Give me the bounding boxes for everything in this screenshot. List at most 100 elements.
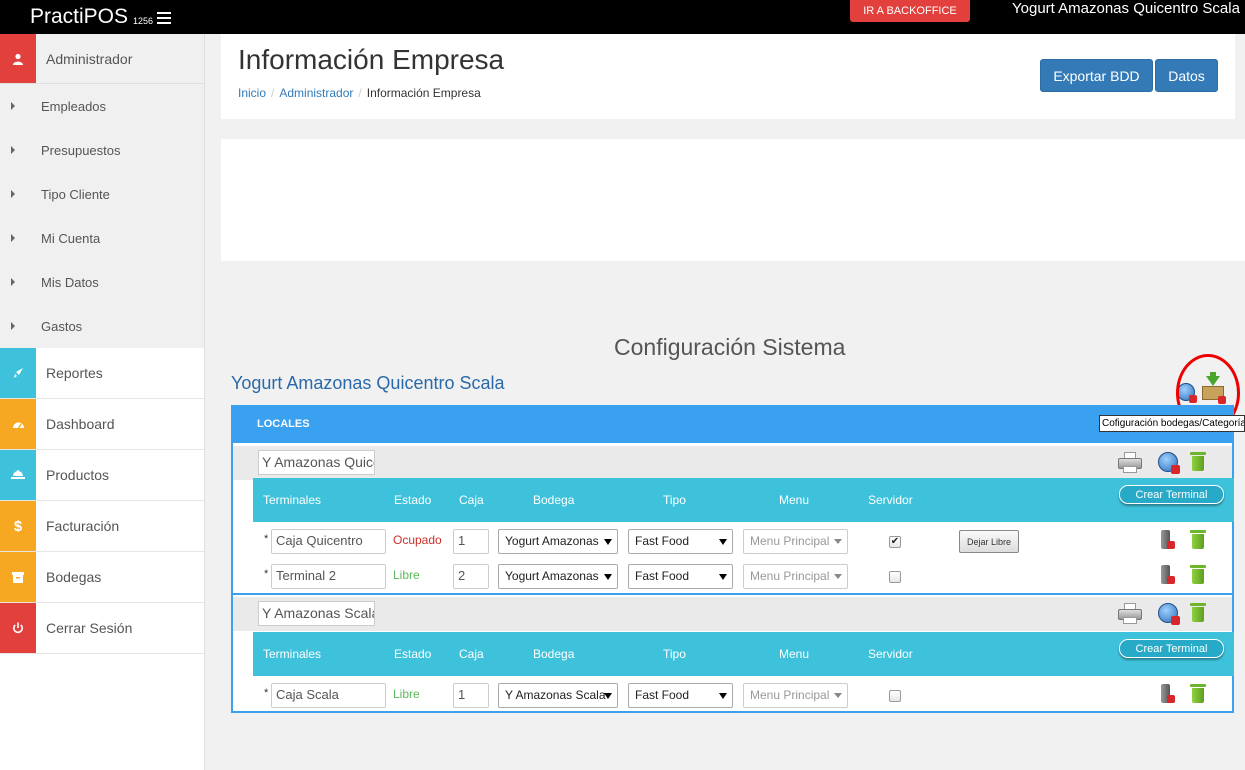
chevron-down-icon [604, 539, 612, 545]
menu-select[interactable]: Menu Principal [743, 683, 848, 708]
globe-icon[interactable] [1158, 603, 1180, 625]
trash-lid [1190, 565, 1206, 568]
page-title: Información Empresa [238, 44, 505, 75]
caja-input[interactable]: 1 [453, 683, 489, 708]
chevron-down-icon [719, 574, 727, 580]
breadcrumb-inicio[interactable]: Inicio [238, 86, 266, 100]
bodega-select[interactable]: Yogurt Amazonas [498, 564, 618, 589]
caja-input[interactable]: 1 [453, 529, 489, 554]
tipo-select[interactable]: Fast Food [628, 564, 733, 589]
tipo-value: Fast Food [635, 569, 690, 583]
sidebar-subitem-label: Mis Datos [41, 274, 99, 290]
terminal-name-input[interactable]: Caja Scala [271, 683, 386, 708]
breadcrumb: Inicio / Administrador / Información Empresa [238, 86, 481, 100]
trash-icon[interactable] [1190, 530, 1206, 549]
local-name-input[interactable]: Y Amazonas Scala [258, 601, 375, 626]
sidebar-section-administrador[interactable]: Administrador [0, 34, 204, 84]
breadcrumb-administrador[interactable]: Administrador [279, 86, 353, 100]
required-marker: * [264, 687, 269, 699]
locales-panel: LOCALES Y Amazonas Quicentro Terminales … [231, 405, 1234, 713]
col-tipo: Tipo [663, 647, 686, 661]
brand-name: PractiPOS [30, 5, 129, 28]
export-bdd-button[interactable]: Exportar BDD [1040, 59, 1153, 92]
bodega-select[interactable]: Y Amazonas Scala [498, 683, 618, 708]
store-title: Yogurt Amazonas Quicentro Scala [231, 373, 505, 393]
user-icon [0, 34, 36, 83]
terminal-name-input[interactable]: Caja Quicentro [271, 529, 386, 554]
dashboard-icon [0, 399, 36, 449]
sidebar-item-label: Bodegas [46, 569, 102, 585]
tooltip: Cofiguración bodegas/Categorías [1099, 415, 1245, 432]
servidor-checkbox[interactable] [889, 571, 901, 583]
local-name-input[interactable]: Y Amazonas Quicentro [258, 450, 375, 475]
sidebar-item-bodegas[interactable]: Bodegas [0, 552, 204, 603]
printer-paper [1123, 466, 1137, 473]
trash-icon[interactable] [1190, 684, 1206, 703]
crear-terminal-button[interactable]: Crear Terminal [1119, 639, 1224, 658]
dejar-libre-button[interactable]: Dejar Libre [959, 530, 1019, 553]
trash-icon[interactable] [1190, 565, 1206, 584]
sidebar-item-productos[interactable]: Productos [0, 450, 204, 501]
col-menu: Menu [779, 647, 810, 661]
estado-label: Libre [393, 687, 420, 701]
terminal-device-icon[interactable] [1161, 530, 1175, 549]
sidebar-subitem-mis-datos[interactable]: Mis Datos [0, 260, 204, 304]
tipo-value: Fast Food [635, 534, 690, 548]
sidebar-subitem-label: Tipo Cliente [41, 186, 110, 202]
globe-icon[interactable] [1158, 452, 1180, 474]
local-bar: Y Amazonas Scala [233, 597, 1232, 631]
printer-paper [1123, 617, 1137, 624]
terminal-device-icon[interactable] [1161, 565, 1175, 584]
trash-lid [1190, 530, 1206, 533]
hamburger-menu-icon[interactable] [157, 12, 172, 24]
caret-right-icon [11, 102, 15, 110]
tipo-select[interactable]: Fast Food [628, 683, 733, 708]
sidebar-item-dashboard[interactable]: Dashboard [0, 399, 204, 450]
servidor-checkbox[interactable] [889, 690, 901, 702]
breadcrumb-separator: / [271, 86, 275, 100]
caja-input[interactable]: 2 [453, 564, 489, 589]
dollar-icon: $ [0, 501, 36, 551]
products-icon [0, 450, 36, 500]
menu-select[interactable]: Menu Principal [743, 564, 848, 589]
trash-can [1192, 688, 1204, 703]
tipo-select[interactable]: Fast Food [628, 529, 733, 554]
sidebar: Administrador Empleados Presupuestos Tip… [0, 34, 205, 770]
col-menu: Menu [779, 493, 810, 507]
col-caja: Caja [459, 647, 484, 661]
trash-icon[interactable] [1190, 603, 1206, 622]
terminal-name-input[interactable]: Terminal 2 [271, 564, 386, 589]
sidebar-subitem-presupuestos[interactable]: Presupuestos [0, 128, 204, 172]
sidebar-subitem-gastos[interactable]: Gastos [0, 304, 204, 348]
sidebar-subitem-tipo-cliente[interactable]: Tipo Cliente [0, 172, 204, 216]
menu-value: Menu Principal [750, 534, 830, 548]
sidebar-item-facturacion[interactable]: $ Facturación [0, 501, 204, 552]
col-servidor: Servidor [868, 647, 913, 661]
caret-right-icon [11, 234, 15, 242]
terminal-device-icon[interactable] [1161, 684, 1175, 703]
config-title: Configuración Sistema [614, 334, 846, 360]
chevron-down-icon [834, 574, 842, 579]
sidebar-item-reportes[interactable]: Reportes [0, 348, 204, 399]
datos-button[interactable]: Datos [1155, 59, 1218, 92]
sidebar-subitem-empleados[interactable]: Empleados [0, 84, 204, 128]
current-store-name: Yogurt Amazonas Quicentro Scala [1012, 0, 1240, 17]
servidor-checkbox[interactable]: ✔ [889, 536, 901, 548]
sidebar-item-cerrar-sesion[interactable]: Cerrar Sesión [0, 603, 204, 654]
terminal-table-header: Terminales Estado Caja Bodega Tipo Menu … [253, 632, 1234, 676]
sidebar-subitem-mi-cuenta[interactable]: Mi Cuenta [0, 216, 204, 260]
printer-icon[interactable] [1118, 452, 1142, 474]
menu-select[interactable]: Menu Principal [743, 529, 848, 554]
badge [1171, 465, 1180, 474]
printer-icon[interactable] [1118, 603, 1142, 625]
caret-right-icon [11, 322, 15, 330]
trash-icon[interactable] [1190, 452, 1206, 471]
bodega-select[interactable]: Yogurt Amazonas [498, 529, 618, 554]
crear-terminal-button[interactable]: Crear Terminal [1119, 485, 1224, 504]
col-caja: Caja [459, 493, 484, 507]
chevron-down-icon [719, 693, 727, 699]
col-bodega: Bodega [533, 647, 575, 661]
caret-right-icon [11, 146, 15, 154]
menu-value: Menu Principal [750, 569, 830, 583]
backoffice-button[interactable]: IR A BACKOFFICE [850, 0, 970, 22]
